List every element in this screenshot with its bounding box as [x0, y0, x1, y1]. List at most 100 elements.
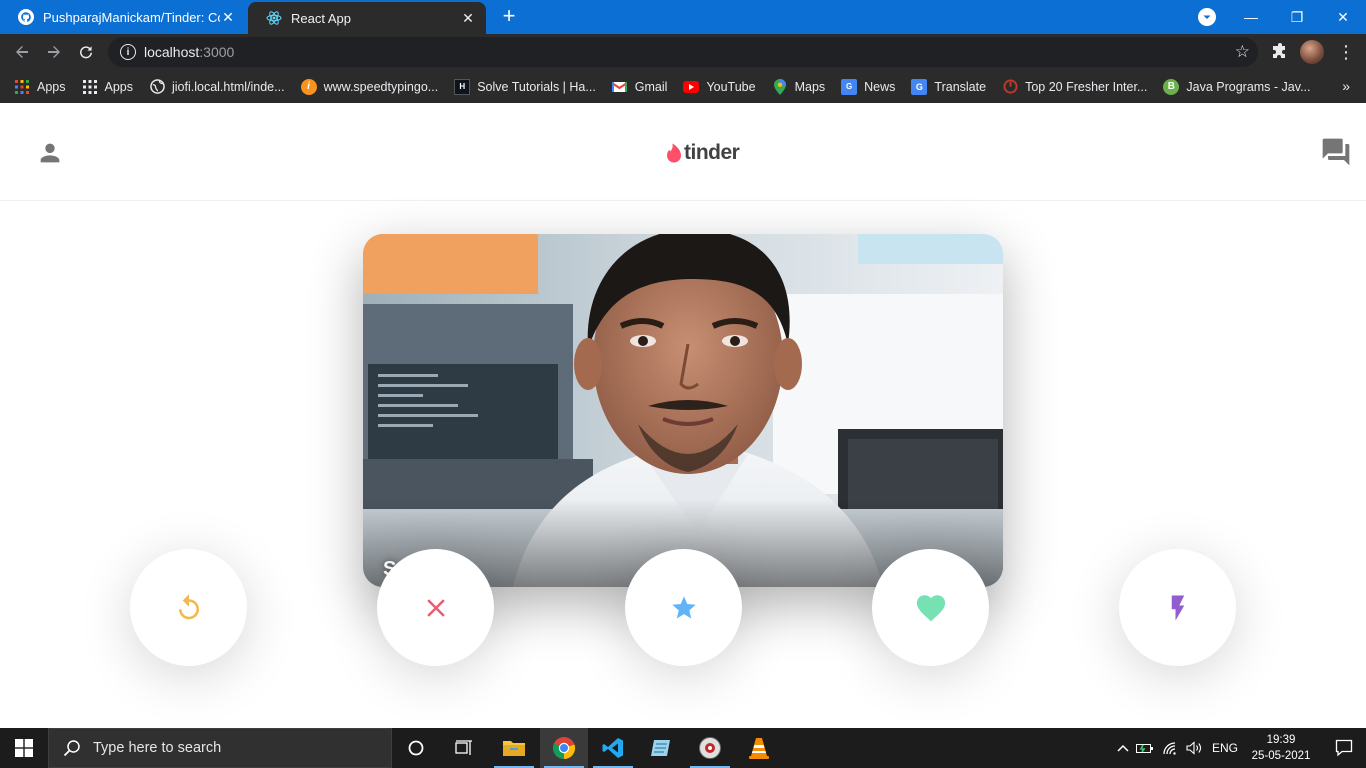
- notepad-icon: [651, 740, 670, 756]
- bookmarks-overflow-icon[interactable]: »: [1342, 78, 1350, 94]
- search-placeholder: Type here to search: [93, 740, 222, 756]
- chrome-button[interactable]: [540, 728, 588, 768]
- bookmarks-bar: Apps Apps jiofi.local.html/inde... i www…: [0, 70, 1366, 103]
- star-icon: [671, 595, 696, 618]
- site-info-icon[interactable]: i: [120, 44, 136, 60]
- heart-button[interactable]: [872, 549, 989, 666]
- url-port: :3000: [199, 44, 235, 60]
- tab-title: React App: [291, 10, 351, 26]
- file-explorer-button[interactable]: [490, 728, 538, 768]
- bookmark-label: Solve Tutorials | Ha...: [477, 79, 596, 94]
- bookmark-label: Java Programs - Jav...: [1186, 79, 1311, 94]
- star-button[interactable]: [625, 549, 742, 666]
- tinder-logo[interactable]: tinder: [666, 141, 740, 165]
- bookmark-youtube[interactable]: YouTube: [683, 79, 756, 95]
- language-indicator[interactable]: ENG: [1212, 741, 1238, 755]
- hackerrank-icon: H: [454, 78, 471, 95]
- tab-title: PushparajManickam/Tinder: Conte: [43, 9, 220, 25]
- app-header: tinder: [0, 103, 1366, 201]
- vscode-button[interactable]: [589, 728, 637, 768]
- chevron-down-icon[interactable]: [1198, 8, 1216, 26]
- forward-icon[interactable]: [42, 40, 66, 64]
- flash-button[interactable]: [1119, 549, 1236, 666]
- close-icon: [426, 598, 445, 617]
- reload-icon[interactable]: [74, 40, 98, 64]
- taskbar-clock[interactable]: 19:39 25-05-2021: [1246, 732, 1316, 764]
- youtube-icon: [683, 79, 700, 95]
- cortana-button[interactable]: [392, 728, 440, 768]
- bookmark-label: Top 20 Fresher Inter...: [1025, 79, 1148, 94]
- start-button[interactable]: [0, 728, 48, 768]
- news-icon: G: [841, 78, 858, 95]
- speedtyping-icon: i: [300, 78, 317, 95]
- bookmark-jiofi[interactable]: jiofi.local.html/inde...: [149, 79, 285, 95]
- flash-icon: [1171, 595, 1184, 620]
- close-window-button[interactable]: ✕: [1320, 0, 1366, 34]
- address-bar[interactable]: i localhost:3000 ☆: [108, 37, 1258, 67]
- chevron-up-icon[interactable]: [1114, 744, 1132, 752]
- gmail-icon: [612, 79, 628, 95]
- bookmark-label: jiofi.local.html/inde...: [172, 79, 285, 94]
- replay-icon: [178, 593, 199, 619]
- battery-icon[interactable]: [1132, 742, 1158, 754]
- clock-time: 19:39: [1266, 734, 1296, 746]
- close-button[interactable]: [377, 549, 494, 666]
- interview-icon: [1002, 79, 1018, 95]
- minimize-button[interactable]: —: [1228, 0, 1274, 34]
- bookmark-apps[interactable]: Apps: [82, 79, 133, 95]
- bookmark-label: Apps: [37, 79, 66, 94]
- tab-close-icon[interactable]: ✕: [220, 9, 236, 26]
- person-icon[interactable]: [36, 139, 64, 167]
- globe-icon: [149, 79, 165, 95]
- extensions-puzzle-icon[interactable]: [1270, 42, 1290, 62]
- media-player-button[interactable]: [686, 728, 734, 768]
- more-menu-icon[interactable]: ⋮: [1336, 41, 1356, 63]
- bookmark-label: Translate: [934, 79, 987, 94]
- tab-react-app[interactable]: React App ✕: [248, 2, 486, 34]
- browser-tab-bar: PushparajManickam/Tinder: Conte ✕ React …: [0, 0, 1366, 34]
- tab-close-icon[interactable]: ✕: [460, 10, 476, 27]
- logo-text: tinder: [684, 141, 740, 164]
- notepad-button[interactable]: [637, 728, 685, 768]
- bookmark-speedtyping[interactable]: i www.speedtypingo...: [300, 78, 439, 95]
- restore-button[interactable]: ❐: [1274, 0, 1320, 34]
- profile-photo: [363, 234, 1003, 587]
- profile-avatar[interactable]: [1300, 40, 1324, 64]
- github-icon: [18, 9, 34, 25]
- wifi-icon[interactable]: [1158, 741, 1182, 755]
- clock-date: 25-05-2021: [1251, 750, 1311, 762]
- replay-button[interactable]: [130, 549, 247, 666]
- bookmark-label: www.speedtypingo...: [323, 79, 439, 94]
- notification-icon: [1335, 739, 1353, 757]
- bookmark-maps[interactable]: Maps: [772, 78, 826, 95]
- bookmark-star-icon[interactable]: ☆: [1235, 42, 1250, 62]
- bookmark-label: Maps: [794, 79, 826, 94]
- java-b-icon: B: [1163, 78, 1180, 95]
- volume-icon[interactable]: [1182, 741, 1208, 755]
- flame-icon: [667, 143, 681, 163]
- bookmark-gmail[interactable]: Gmail: [612, 79, 667, 95]
- react-icon: [266, 10, 282, 26]
- new-tab-button[interactable]: +: [498, 5, 520, 27]
- task-view-icon: [455, 740, 472, 755]
- bookmark-hackerrank[interactable]: H Solve Tutorials | Ha...: [454, 78, 596, 95]
- taskbar-search[interactable]: Type here to search: [48, 728, 392, 768]
- bookmark-java[interactable]: B Java Programs - Jav...: [1163, 78, 1311, 95]
- vlc-button[interactable]: [735, 728, 783, 768]
- profile-card[interactable]: Su: [363, 234, 1003, 587]
- system-tray: ENG: [1114, 728, 1238, 768]
- vscode-icon: [602, 738, 623, 758]
- tab-github[interactable]: PushparajManickam/Tinder: Conte ✕: [0, 0, 246, 34]
- folder-icon: [503, 741, 525, 756]
- bookmark-translate[interactable]: G Translate: [911, 78, 987, 95]
- task-view-button[interactable]: [440, 728, 488, 768]
- bookmark-news[interactable]: G News: [841, 78, 895, 95]
- windows-logo-icon: [15, 739, 33, 757]
- swipe-buttons: [0, 549, 1366, 669]
- action-center-button[interactable]: [1322, 728, 1366, 768]
- bookmark-apps-color[interactable]: Apps: [14, 79, 66, 95]
- forum-icon[interactable]: [1320, 136, 1352, 168]
- apps-grid-icon: [82, 79, 98, 95]
- bookmark-interview[interactable]: Top 20 Fresher Inter...: [1002, 79, 1147, 95]
- back-icon[interactable]: [10, 40, 34, 64]
